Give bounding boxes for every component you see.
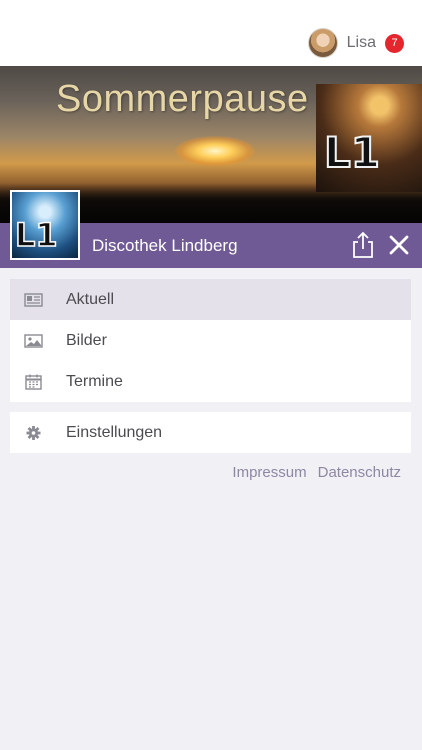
top-bar: Lisa 7 xyxy=(0,0,422,66)
settings-menu: Einstellungen xyxy=(10,412,411,453)
menu-label-aktuell: Aktuell xyxy=(66,290,115,308)
banner-title: Sommerpause xyxy=(56,78,309,120)
calendar-icon xyxy=(25,374,42,390)
venue-name: Discothek Lindberg xyxy=(92,236,238,255)
gear-icon xyxy=(26,425,41,440)
share-icon xyxy=(353,231,373,258)
user-avatar[interactable] xyxy=(307,28,338,58)
close-button[interactable] xyxy=(388,234,410,256)
main-menu: Aktuell Bilder Termine xyxy=(10,279,411,402)
newspaper-icon xyxy=(24,292,43,307)
carousel-photo: L1 xyxy=(316,84,422,192)
impressum-link[interactable]: Impressum xyxy=(232,464,306,481)
menu-item-termine[interactable]: Termine xyxy=(10,361,411,402)
menu-item-einstellungen[interactable]: Einstellungen xyxy=(10,412,411,453)
close-icon xyxy=(389,235,409,255)
l1-logo: L1 xyxy=(323,128,381,177)
menu-item-aktuell[interactable]: Aktuell xyxy=(10,279,411,320)
menu-label-bilder: Bilder xyxy=(66,331,107,349)
user-name[interactable]: Lisa xyxy=(347,34,376,52)
l1-logo-small: L1 xyxy=(14,216,58,254)
venue-thumbnail[interactable]: L1 xyxy=(10,190,80,260)
menu-label-einstellungen: Einstellungen xyxy=(66,423,163,441)
menu-label-termine: Termine xyxy=(66,372,123,390)
user-profile[interactable]: Lisa 7 xyxy=(307,28,404,58)
footer-links: Impressum Datenschutz xyxy=(232,464,401,481)
sunset-sun xyxy=(175,136,255,166)
datenschutz-link[interactable]: Datenschutz xyxy=(318,464,401,481)
notification-badge[interactable]: 7 xyxy=(385,33,404,53)
share-button[interactable] xyxy=(350,231,376,259)
menu-item-bilder[interactable]: Bilder xyxy=(10,320,411,361)
image-icon xyxy=(24,333,43,348)
